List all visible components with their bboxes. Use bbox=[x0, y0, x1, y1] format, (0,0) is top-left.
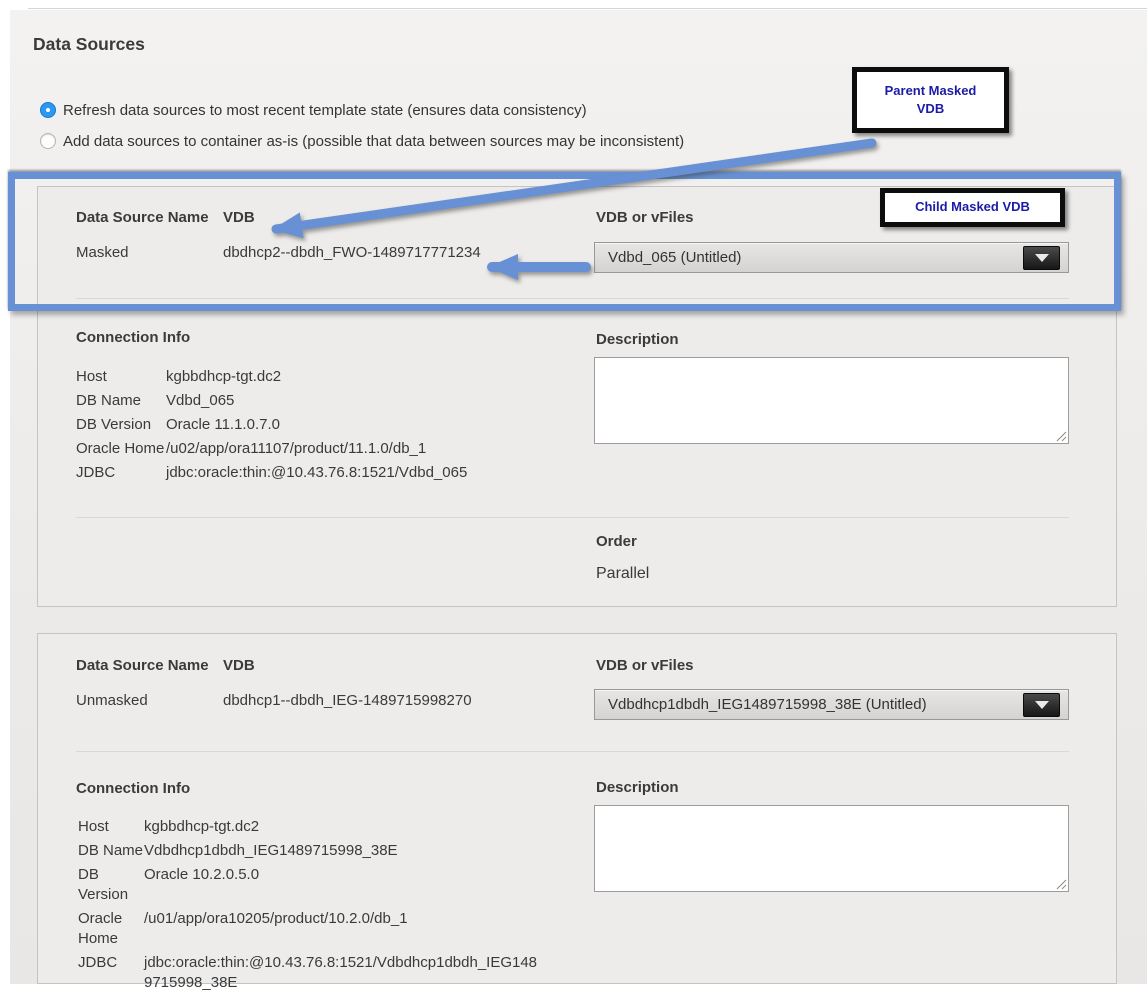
conn-value: Oracle 11.1.0.7.0 bbox=[166, 415, 596, 435]
description-field-wrapper bbox=[594, 357, 1069, 444]
conn-label: DB Version bbox=[76, 415, 166, 435]
conn-label: JDBC bbox=[78, 953, 144, 993]
conn-value: jdbc:oracle:thin:@10.43.76.8:1521/Vdbd_0… bbox=[166, 463, 596, 483]
conn-row-db-name: DB Name Vdbd_065 bbox=[76, 391, 596, 411]
order-value: Parallel bbox=[596, 565, 649, 583]
vdb-name-value: dbdhcp1--dbdh_IEG-1489715998270 bbox=[223, 692, 472, 709]
conn-value: Vdbdhcp1dbdh_IEG1489715998_38E bbox=[144, 841, 544, 861]
data-source-name-value: Unmasked bbox=[76, 692, 148, 709]
vdb-name-value: dbdhcp2--dbdh_FWO-1489717771234 bbox=[223, 244, 481, 261]
data-source-card-masked: Data Source Name VDB VDB or vFiles Maske… bbox=[37, 186, 1117, 607]
conn-label: DB Name bbox=[76, 391, 166, 411]
conn-row-jdbc: JDBC jdbc:oracle:thin:@10.43.76.8:1521/V… bbox=[76, 463, 596, 483]
conn-value: kgbbdhcp-tgt.dc2 bbox=[166, 367, 596, 387]
radio-unselected-icon[interactable] bbox=[40, 133, 56, 149]
data-source-card-unmasked: Data Source Name VDB VDB or vFiles Unmas… bbox=[37, 633, 1117, 984]
radio-add-as-is-label[interactable]: Add data sources to container as-is (pos… bbox=[63, 133, 684, 150]
column-header-vdb: VDB bbox=[223, 657, 255, 674]
conn-label: Oracle Home bbox=[76, 439, 166, 459]
conn-label: Host bbox=[78, 817, 144, 837]
conn-row-oracle-home: Oracle Home /u01/app/ora10205/product/10… bbox=[78, 909, 544, 949]
vdb-select-unmasked[interactable]: Vdbdhcp1dbdh_IEG1489715998_38E (Untitled… bbox=[594, 689, 1069, 720]
card-divider bbox=[76, 298, 1069, 299]
conn-value: kgbbdhcp-tgt.dc2 bbox=[144, 817, 544, 837]
description-textarea-unmasked[interactable] bbox=[594, 805, 1069, 892]
conn-value: /u02/app/ora11107/product/11.1.0/db_1 bbox=[166, 439, 596, 459]
child-masked-vdb-callout: Child Masked VDB bbox=[880, 188, 1065, 227]
conn-value: Vdbd_065 bbox=[166, 391, 596, 411]
parent-masked-vdb-callout: Parent Masked VDB bbox=[852, 67, 1009, 133]
data-source-name-value: Masked bbox=[76, 244, 129, 261]
conn-value: /u01/app/ora10205/product/10.2.0/db_1 bbox=[144, 909, 544, 949]
chevron-down-icon bbox=[1035, 254, 1049, 262]
radio-selected-icon[interactable] bbox=[40, 102, 56, 118]
conn-row-oracle-home: Oracle Home /u02/app/ora11107/product/11… bbox=[76, 439, 596, 459]
vdb-select-unmasked-value: Vdbdhcp1dbdh_IEG1489715998_38E (Untitled… bbox=[608, 690, 927, 719]
parent-masked-vdb-callout-text: Parent Masked VDB bbox=[875, 82, 986, 118]
vdb-select-unmasked-button[interactable] bbox=[1023, 693, 1060, 717]
column-header-vdb: VDB bbox=[223, 209, 255, 226]
vdb-select-masked-value: Vdbd_065 (Untitled) bbox=[608, 243, 741, 272]
conn-label: JDBC bbox=[76, 463, 166, 483]
column-header-vdb-or-vfiles: VDB or vFiles bbox=[596, 657, 694, 674]
connection-info-table: Host kgbbdhcp-tgt.dc2 DB Name Vdbd_065 D… bbox=[76, 367, 596, 487]
connection-info-table: Host kgbbdhcp-tgt.dc2 DB Name Vdbdhcp1db… bbox=[78, 817, 544, 997]
conn-row-db-version: DB Version Oracle 11.1.0.7.0 bbox=[76, 415, 596, 435]
conn-label: Host bbox=[76, 367, 166, 387]
conn-row-jdbc: JDBC jdbc:oracle:thin:@10.43.76.8:1521/V… bbox=[78, 953, 544, 993]
column-header-vdb-or-vfiles: VDB or vFiles bbox=[596, 209, 694, 226]
connection-info-header: Connection Info bbox=[76, 329, 190, 346]
description-field-wrapper bbox=[594, 805, 1069, 892]
vdb-select-masked-button[interactable] bbox=[1023, 246, 1060, 270]
description-header: Description bbox=[596, 331, 679, 348]
card-divider bbox=[76, 751, 1069, 752]
card-divider bbox=[76, 517, 1069, 518]
child-masked-vdb-callout-text: Child Masked VDB bbox=[915, 198, 1030, 216]
connection-info-header: Connection Info bbox=[76, 780, 190, 797]
conn-row-host: Host kgbbdhcp-tgt.dc2 bbox=[78, 817, 544, 837]
column-header-data-source-name: Data Source Name bbox=[76, 209, 209, 226]
chevron-down-icon bbox=[1035, 701, 1049, 709]
conn-label: Oracle Home bbox=[78, 909, 144, 949]
conn-label: DB Version bbox=[78, 865, 144, 905]
conn-row-db-name: DB Name Vdbdhcp1dbdh_IEG1489715998_38E bbox=[78, 841, 544, 861]
conn-value: Oracle 10.2.0.5.0 bbox=[144, 865, 544, 905]
vdb-select-masked[interactable]: Vdbd_065 (Untitled) bbox=[594, 242, 1069, 273]
description-header: Description bbox=[596, 779, 679, 796]
radio-refresh-label[interactable]: Refresh data sources to most recent temp… bbox=[63, 102, 587, 119]
radio-option-add-as-is[interactable]: Add data sources to container as-is (pos… bbox=[40, 131, 684, 151]
radio-option-refresh[interactable]: Refresh data sources to most recent temp… bbox=[40, 100, 587, 120]
page-title: Data Sources bbox=[33, 34, 145, 55]
column-header-data-source-name: Data Source Name bbox=[76, 657, 209, 674]
conn-label: DB Name bbox=[78, 841, 144, 861]
conn-value: jdbc:oracle:thin:@10.43.76.8:1521/Vdbdhc… bbox=[144, 953, 544, 993]
description-textarea-masked[interactable] bbox=[594, 357, 1069, 444]
top-divider bbox=[28, 8, 1147, 9]
conn-row-db-version: DB Version Oracle 10.2.0.5.0 bbox=[78, 865, 544, 905]
conn-row-host: Host kgbbdhcp-tgt.dc2 bbox=[76, 367, 596, 387]
order-header: Order bbox=[596, 533, 637, 550]
